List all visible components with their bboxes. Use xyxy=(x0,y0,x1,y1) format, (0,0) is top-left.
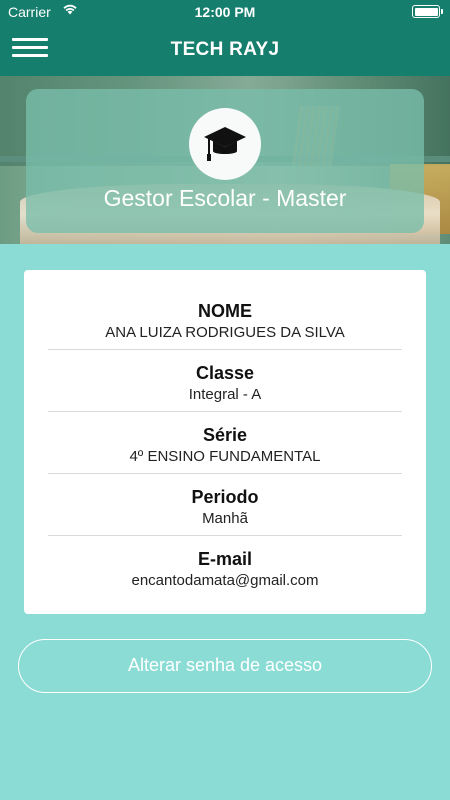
info-value: Integral - A xyxy=(188,386,262,403)
info-label: NOME xyxy=(198,301,252,321)
info-label: Periodo xyxy=(191,487,259,507)
battery-icon xyxy=(412,5,443,18)
profile-card: Gestor Escolar - Master xyxy=(26,89,424,233)
info-item-class: Classe Integral - A xyxy=(48,362,402,412)
user-role-label: Gestor Escolar - Master xyxy=(103,185,347,211)
info-item-name: NOME ANA LUIZA RODRIGUES DA SILVA xyxy=(48,300,402,350)
student-info-card: NOME ANA LUIZA RODRIGUES DA SILVA Classe… xyxy=(24,270,426,614)
status-time: 12:00 PM xyxy=(194,4,256,20)
graduation-cap-icon xyxy=(204,127,246,161)
change-password-button[interactable]: Alterar senha de acesso xyxy=(18,639,432,693)
info-label: Série xyxy=(202,425,248,445)
info-item-email: E-mail encantodamata@gmail.com xyxy=(48,548,402,594)
info-value: Manhã xyxy=(202,510,248,527)
header-banner: Gestor Escolar - Master xyxy=(0,76,450,244)
info-value: ANA LUIZA RODRIGUES DA SILVA xyxy=(105,324,345,341)
info-label: E-mail xyxy=(197,549,253,569)
app-title: TECH RAYJ xyxy=(170,39,280,60)
info-value: 4º ENSINO FUNDAMENTAL xyxy=(129,448,321,465)
nav-bar: TECH RAYJ xyxy=(0,24,450,76)
status-bar: Carrier 12:00 PM xyxy=(0,0,450,24)
info-label: Classe xyxy=(195,363,255,383)
info-item-period: Periodo Manhã xyxy=(48,486,402,536)
avatar xyxy=(189,108,261,180)
info-value: encantodamata@gmail.com xyxy=(131,572,319,589)
info-item-grade: Série 4º ENSINO FUNDAMENTAL xyxy=(48,424,402,474)
